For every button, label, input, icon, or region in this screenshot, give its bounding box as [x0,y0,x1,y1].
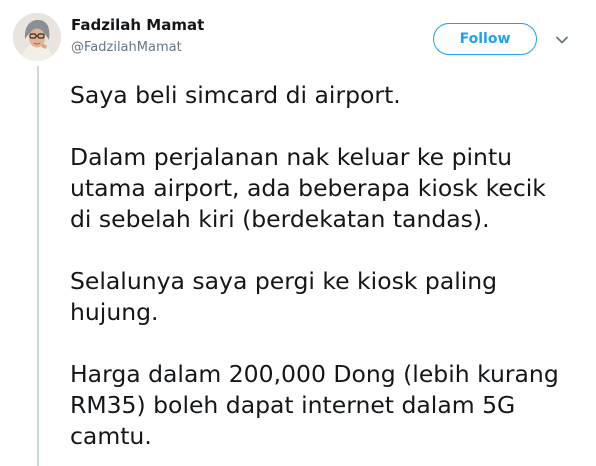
thread-connector-line [37,66,39,466]
tweet-paragraph: Dalam perjalanan nak keluar ke pintu uta… [70,143,546,233]
chevron-down-icon[interactable] [553,31,571,49]
follow-button[interactable]: Follow [433,23,537,55]
author-handle[interactable]: @FadzilahMamat [71,40,182,55]
avatar[interactable] [13,13,61,61]
tweet-paragraph: Harga dalam 200,000 Dong (lebih kurang R… [70,360,559,450]
author-display-name[interactable]: Fadzilah Mamat [71,16,204,34]
tweet-paragraph: Selalunya saya pergi ke kiosk paling huj… [70,267,498,326]
profile-photo-icon [13,13,61,61]
tweet-paragraph: Saya beli simcard di airport. [70,81,401,109]
tweet-text: Saya beli simcard di airport. Dalam perj… [70,80,590,452]
